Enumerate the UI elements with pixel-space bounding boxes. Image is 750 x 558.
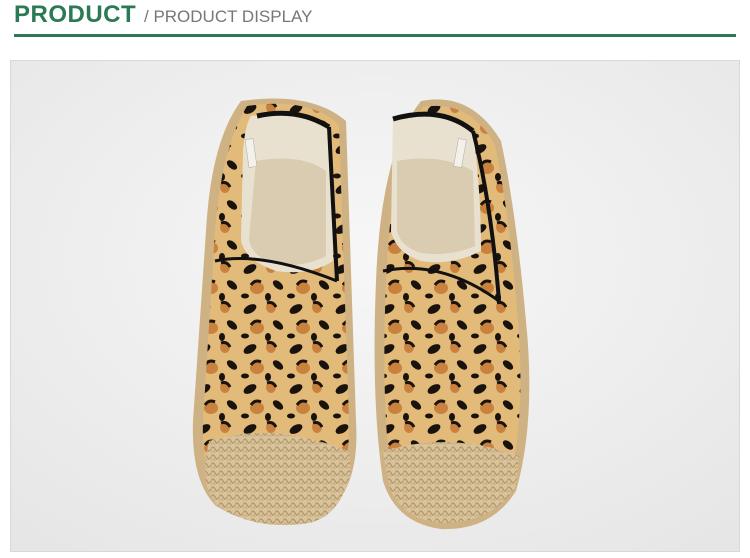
product-photo bbox=[10, 60, 740, 552]
left-shoe bbox=[192, 98, 357, 526]
leopard-print-espadrille-pair bbox=[11, 61, 739, 551]
section-header: PRODUCT / PRODUCT DISPLAY bbox=[14, 0, 736, 38]
section-title: PRODUCT bbox=[14, 1, 137, 28]
header-divider bbox=[14, 34, 736, 37]
section-subtitle: / PRODUCT DISPLAY bbox=[144, 7, 313, 26]
